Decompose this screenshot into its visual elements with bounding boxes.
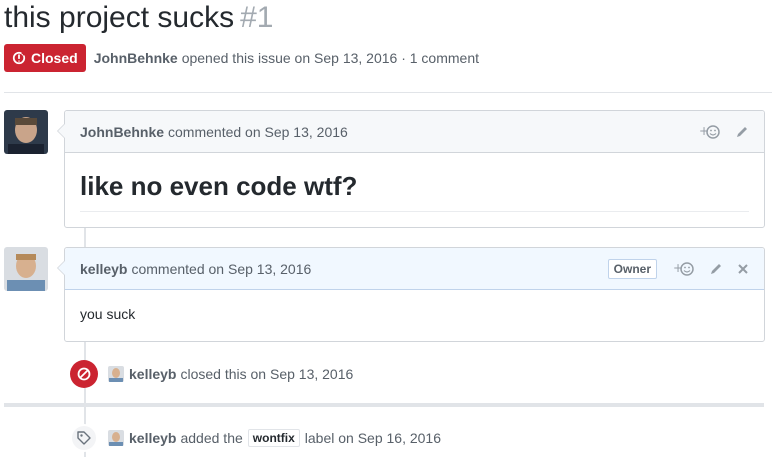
- issue-title-text: this project sucks: [4, 1, 235, 34]
- event-text-before: added the: [180, 430, 243, 446]
- comment-card: kelleyb commented on Sep 13, 2016 Owner …: [57, 247, 765, 342]
- labeled-event: kelleyb added the wontfix label on Sep 1…: [70, 424, 441, 452]
- add-reaction-icon[interactable]: +: [673, 261, 695, 277]
- circle-slash-icon: [70, 360, 98, 388]
- comment-header: JohnBehnke commented on Sep 13, 2016 +: [65, 111, 764, 153]
- comment-body: you suck: [80, 306, 136, 322]
- closed-event: kelleyb closed this on Sep 13, 2016: [70, 360, 353, 388]
- comment-author-link[interactable]: kelleyb: [80, 261, 127, 277]
- comment-header: kelleyb commented on Sep 13, 2016 Owner …: [65, 248, 764, 290]
- issue-number: #1: [240, 1, 274, 34]
- avatar[interactable]: [4, 110, 48, 154]
- issue-title: this project sucks #1: [4, 0, 273, 36]
- event-text: closed this on Sep 13, 2016: [180, 366, 354, 382]
- event-text-after: label on Sep 16, 2016: [304, 430, 442, 446]
- issue-opened-text: opened this issue on Sep 13, 2016 · 1 co…: [181, 50, 480, 66]
- pencil-icon[interactable]: [709, 262, 723, 276]
- header-divider: [4, 92, 772, 93]
- avatar[interactable]: [108, 430, 124, 446]
- issue-state-label: Closed: [31, 50, 78, 66]
- issue-author-link[interactable]: JohnBehnke: [94, 50, 178, 66]
- timeline-divider: [4, 403, 764, 407]
- comment-body: like no even code wtf?: [65, 153, 764, 226]
- comment-timestamp[interactable]: commented on Sep 13, 2016: [131, 261, 311, 277]
- owner-badge: Owner: [607, 258, 657, 279]
- label-badge[interactable]: wontfix: [247, 429, 300, 447]
- pencil-icon[interactable]: [735, 125, 749, 139]
- comment-author-link[interactable]: JohnBehnke: [80, 124, 164, 140]
- avatar[interactable]: [108, 366, 124, 382]
- event-actor-link[interactable]: kelleyb: [129, 366, 176, 382]
- avatar-image: [4, 247, 48, 291]
- tag-icon: [70, 424, 98, 452]
- close-icon[interactable]: [737, 263, 749, 275]
- issue-meta: Closed JohnBehnke opened this issue on S…: [4, 44, 479, 72]
- add-reaction-icon[interactable]: +: [699, 124, 721, 140]
- event-actor-link[interactable]: kelleyb: [129, 430, 176, 446]
- comment-timestamp[interactable]: commented on Sep 13, 2016: [168, 124, 348, 140]
- issue-state-badge: Closed: [4, 44, 86, 72]
- comment-card: JohnBehnke commented on Sep 13, 2016 + l…: [57, 110, 765, 228]
- comment-heading: like no even code wtf?: [80, 169, 749, 212]
- issue-closed-icon: [12, 51, 26, 65]
- avatar-image: [4, 110, 48, 154]
- avatar[interactable]: [4, 247, 48, 291]
